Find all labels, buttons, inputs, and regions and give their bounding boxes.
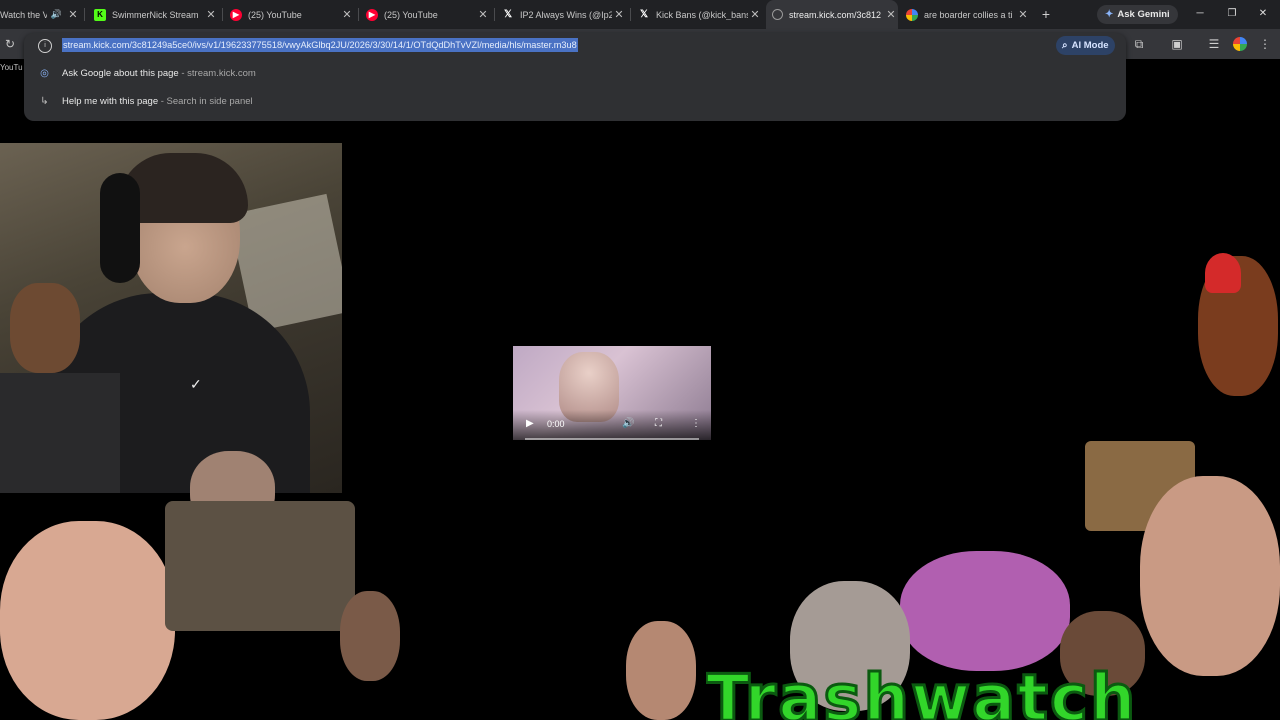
close-icon[interactable]: ✕ [204,8,218,21]
ask-gemini-label: Ask Gemini [1117,9,1170,20]
suggestion-subtext: - stream.kick.com [178,67,256,79]
speaker-box [0,373,120,493]
new-tab-icon[interactable]: + [1038,6,1054,22]
menu-icon[interactable]: ⋮ [1257,36,1273,52]
bookmark-item[interactable]: YouTu [0,63,23,72]
profile-avatar[interactable] [1233,37,1247,51]
url-input[interactable]: stream.kick.com/3c81249a5ce0/ivs/v1/1962… [62,38,578,52]
restore-icon[interactable]: ❐ [1225,6,1239,22]
sunglasses-man [626,621,696,720]
close-icon[interactable]: ✕ [612,8,626,21]
arrow-return-icon: ↳ [40,95,49,107]
tab-border-collies[interactable]: are boarder collies a ti ✕ [906,0,1030,29]
suggestion-subtext: - Search in side panel [158,95,253,107]
tab-title: SwimmerNick Stream [112,9,199,20]
swoosh-logo: ✓ [190,376,202,392]
close-icon[interactable]: ✕ [884,8,898,21]
video-player[interactable]: ▶ 0:00 🔊 ⛶ ⋮ [513,346,711,440]
close-window-icon[interactable]: ✕ [1256,6,1270,22]
tab-strip: Watch the V 🔊 ✕ K SwimmerNick Stream ✕ ▶… [0,0,1280,29]
google-lens-icon: ◎ [40,67,49,79]
side-panel-icon[interactable]: ▣ [1169,36,1185,52]
gemini-sparkle-icon: ✦ [1105,9,1114,20]
minimize-icon[interactable]: ─ [1193,6,1207,22]
media-controls-icon[interactable]: ☰ [1206,36,1222,52]
close-icon[interactable]: ✕ [1016,8,1030,21]
tab-kickbans[interactable]: 𝕏 Kick Bans (@kick_bans ✕ [638,0,762,29]
close-icon[interactable]: ✕ [66,8,80,21]
suggestion-text-wrap: Help me with this page - Search in side … [62,96,253,107]
play-icon[interactable]: ▶ [526,418,534,429]
tab-title: IP2 Always Wins (@Ip2 [520,9,612,20]
audio-icon[interactable]: 🔊 [51,9,62,20]
pink-bag-pile [900,551,1070,671]
more-options-icon[interactable]: ⋮ [691,418,701,429]
tab-swimmernick[interactable]: K SwimmerNick Stream ✕ [94,0,218,29]
tab-youtube-2[interactable]: ▶ (25) YouTube ✕ [366,0,490,29]
youtube-icon: ▶ [230,8,242,21]
omnibox[interactable]: i stream.kick.com/3c81249a5ce0/ivs/v1/19… [24,33,1126,121]
tab-youtube-1[interactable]: ▶ (25) YouTube ✕ [230,0,354,29]
x-icon: 𝕏 [503,9,513,20]
site-info-icon[interactable]: i [38,39,52,53]
tab-title: Kick Bans (@kick_bans [656,9,748,20]
close-icon[interactable]: ✕ [340,8,354,21]
cap-man [340,591,400,681]
webcam-feed: ✓ [0,143,342,493]
suggestion-text: Ask Google about this page [62,67,179,79]
tab-stream-kick[interactable]: stream.kick.com/3c812 ✕ [766,0,898,29]
globe-icon [772,9,783,20]
volume-icon[interactable]: 🔊 [622,418,634,429]
reload-icon[interactable]: ↻ [2,36,18,52]
video-controls-bar [513,410,711,440]
fullscreen-icon[interactable]: ⛶ [655,418,662,429]
kick-icon: K [94,8,106,21]
page-content: ✓ ▶ 0:00 🔊 ⛶ ⋮ Trashwatch [0,121,1280,720]
plush-toy [10,283,80,373]
suggestion-help-me[interactable]: ↳ Help me with this page - Search in sid… [24,88,1124,114]
ask-gemini-button[interactable]: ✦ Ask Gemini [1097,5,1178,24]
search-icon: ⌕ [1062,40,1068,51]
ai-mode-label: AI Mode [1071,40,1109,51]
close-icon[interactable]: ✕ [476,8,490,21]
youtube-icon: ▶ [366,8,378,21]
suggestion-text-wrap: Ask Google about this page - stream.kick… [62,68,256,79]
video-time: 0:00 [547,419,565,429]
headset-icon [100,173,140,283]
junk-pile [165,501,355,631]
extensions-icon[interactable]: ⧉ [1131,36,1147,52]
bald-man-face [0,521,175,720]
x-icon: 𝕏 [639,9,649,20]
suggestion-ask-google[interactable]: ◎ Ask Google about this page - stream.ki… [24,60,1124,86]
video-progress-bar[interactable] [525,438,699,440]
ai-mode-button[interactable]: ⌕ AI Mode [1056,36,1115,55]
tab-title: stream.kick.com/3c812 [789,9,882,20]
tab-title: Watch the V [0,9,47,20]
tab-title: (25) YouTube [384,9,438,20]
tab-title: are boarder collies a ti [924,9,1013,20]
overlay-title: Trashwatch [706,669,1138,720]
tab-ip2[interactable]: 𝕏 IP2 Always Wins (@Ip2 ✕ [502,0,626,29]
close-icon[interactable]: ✕ [748,8,762,21]
laughing-man-face [1140,476,1280,676]
rooster-comb [1205,253,1241,293]
google-icon [906,8,918,21]
suggestion-text: Help me with this page [62,95,159,107]
tab-watch[interactable]: Watch the V 🔊 ✕ [0,0,80,29]
tab-title: (25) YouTube [248,9,302,20]
